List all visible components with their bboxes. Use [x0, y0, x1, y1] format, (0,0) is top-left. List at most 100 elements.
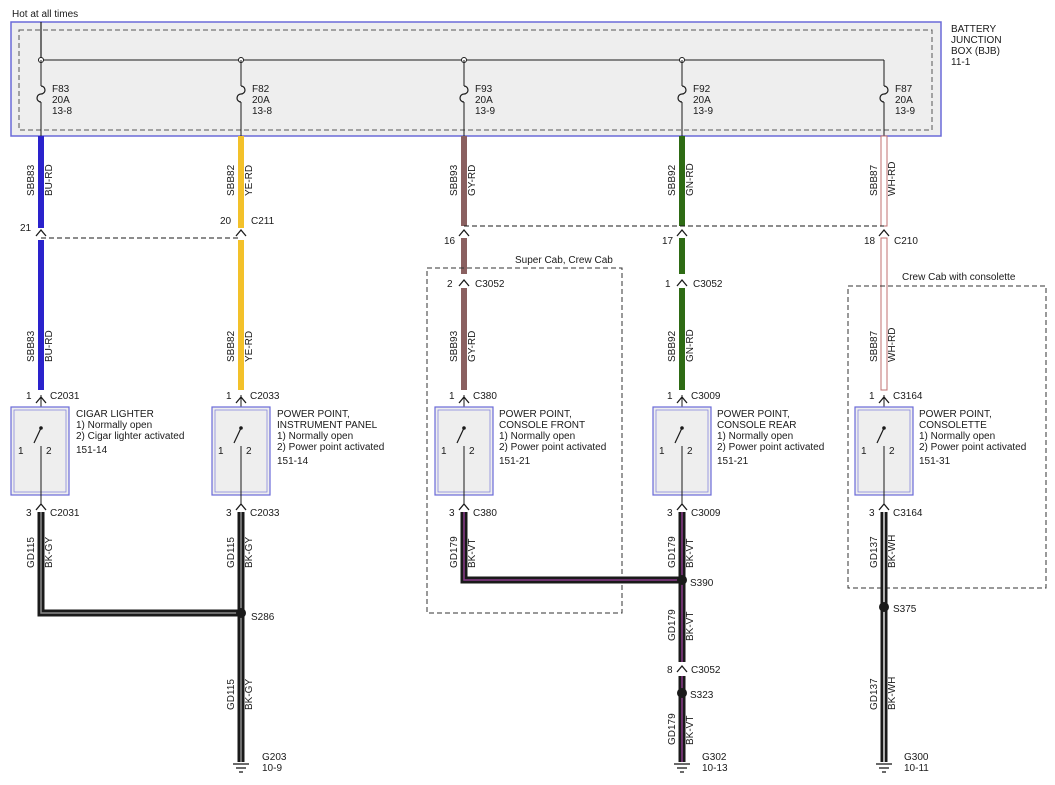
wire-color-label: BK-WH	[887, 535, 898, 568]
connector-label: C3052	[691, 665, 721, 676]
bjb-title-line-3: BOX (BJB)	[951, 46, 1000, 57]
wire-circuit-label: GD179	[449, 536, 460, 568]
device-ref: 151-31	[919, 456, 951, 467]
wire-circuit-label: SBB92	[667, 330, 678, 362]
wire-sbb93	[461, 238, 467, 274]
connector-pin: 18	[864, 236, 876, 247]
wire-color-label: BK-VT	[685, 612, 696, 641]
bjb-title-line-4: 11-1	[951, 57, 971, 68]
connector-label: C380	[473, 508, 497, 519]
connector-pin: 3	[449, 508, 455, 519]
wire-sbb87	[880, 237, 888, 391]
connector-pin: 1	[226, 391, 232, 402]
connector-pin: 3	[869, 508, 875, 519]
switch-pin: 1	[18, 446, 24, 457]
connector-label: C3164	[893, 508, 923, 519]
connector-pin: 1	[869, 391, 875, 402]
device-state-1: 1) Normally open	[277, 431, 353, 442]
ground-id: G203	[262, 752, 287, 763]
device-name: POWER POINT,	[499, 409, 572, 420]
device-name: POWER POINT,	[717, 409, 790, 420]
wire-gd179	[460, 512, 686, 762]
fuse-id: F82	[252, 84, 270, 95]
device-name: INSTRUMENT PANEL	[277, 420, 378, 431]
fuse-rating: 20A	[52, 95, 70, 106]
wire-sbb82	[238, 240, 244, 390]
connector-pin: 1	[449, 391, 455, 402]
ground-icon	[876, 763, 892, 773]
device-state-1: 1) Normally open	[919, 431, 995, 442]
device-name: POWER POINT,	[277, 409, 350, 420]
wire-color-label: BK-GY	[44, 537, 55, 568]
wire-circuit-label: SBB87	[869, 330, 880, 362]
device-state-2: 2) Cigar lighter activated	[76, 431, 184, 442]
wire-circuit-label: SBB82	[226, 330, 237, 362]
connector-pin: 1	[26, 391, 32, 402]
connector-pin: 3	[226, 508, 232, 519]
wire-circuit-label: SBB83	[26, 164, 37, 196]
device-state-1: 1) Normally open	[76, 420, 152, 431]
ground-icon	[674, 763, 690, 773]
device-name: CIGAR LIGHTER	[76, 409, 154, 420]
connector-pin: 3	[26, 508, 32, 519]
connector-label: C2031	[50, 391, 80, 402]
connector-label: C3052	[475, 279, 505, 290]
fuse-id: F87	[895, 84, 913, 95]
group-label: Super Cab, Crew Cab	[515, 255, 613, 266]
device-name: CONSOLE REAR	[717, 420, 796, 431]
device-state-1: 1) Normally open	[499, 431, 575, 442]
connector-label: C2033	[250, 508, 280, 519]
wire-sbb92	[679, 238, 685, 274]
connector-label: C210	[894, 236, 918, 247]
fuse-ref: 13-9	[895, 106, 915, 117]
wire-color-label: WH-RD	[887, 162, 898, 196]
fuse-rating: 20A	[252, 95, 270, 106]
fuse-id: F93	[475, 84, 493, 95]
wire-circuit-label: SBB87	[869, 164, 880, 196]
hot-at-all-times-label: Hot at all times	[12, 9, 78, 20]
fuse-ref: 13-9	[693, 106, 713, 117]
bjb-title-line-1: BATTERY	[951, 24, 997, 35]
switch-pin: 1	[861, 446, 867, 457]
wire-color-label: BU-RD	[44, 164, 55, 196]
device-power-point-console-front: 1 C380 1 2 POWER POINT, CONSOLE FRONT 1)…	[434, 391, 606, 519]
wire-circuit-label: SBB93	[449, 164, 460, 196]
ground-id: G302	[702, 752, 727, 763]
wire-circuit-label: SBB92	[667, 164, 678, 196]
wire-color-label: BK-GY	[244, 537, 255, 568]
ground-id: G300	[904, 752, 929, 763]
wire-circuit-label: GD115	[226, 537, 237, 568]
device-name: CONSOLE FRONT	[499, 420, 585, 431]
device-power-point-instrument-panel: 1 C2033 1 2 POWER POINT, INSTRUMENT PANE…	[211, 391, 384, 519]
device-name: POWER POINT,	[919, 409, 992, 420]
wire-circuit-label: GD179	[667, 713, 678, 745]
connector-c211: 21 20 C211	[20, 216, 275, 239]
switch-pin: 2	[246, 446, 252, 457]
battery-junction-box: BATTERY JUNCTION BOX (BJB) 11-1	[10, 21, 1002, 137]
fuse-rating: 20A	[895, 95, 913, 106]
connector-pin: 21	[20, 223, 32, 234]
wire-color-label: BK-VT	[685, 539, 696, 568]
fuse-rating: 20A	[693, 95, 711, 106]
wire-color-label: GY-RD	[467, 165, 478, 196]
connector-pin: 3	[667, 508, 673, 519]
device-ref: 151-14	[277, 456, 309, 467]
ground-ref: 10-9	[262, 763, 282, 774]
splice-label: S375	[893, 604, 917, 615]
wire-circuit-label: GD115	[26, 537, 37, 568]
connector-pin: 1	[665, 279, 671, 290]
connector-label: C3052	[693, 279, 723, 290]
connector-label: C3009	[691, 508, 721, 519]
switch-pin: 1	[441, 446, 447, 457]
connector-pin: 16	[444, 236, 456, 247]
wire-color-label: YE-RD	[244, 331, 255, 362]
wire-color-label: BU-RD	[44, 330, 55, 362]
group-label: Crew Cab with consolette	[902, 272, 1016, 283]
fuse-rating: 20A	[475, 95, 493, 106]
splice-label: S390	[690, 578, 714, 589]
connector-label: C211	[251, 216, 275, 227]
connector-label: C2031	[50, 508, 80, 519]
wire-color-label: BK-VT	[685, 716, 696, 745]
wire-color-label: YE-RD	[244, 165, 255, 196]
device-state-2: 2) Power point activated	[919, 442, 1026, 453]
